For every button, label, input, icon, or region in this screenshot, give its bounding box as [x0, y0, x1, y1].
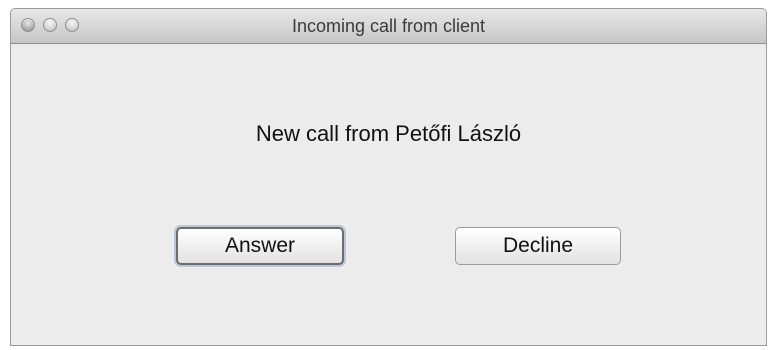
incoming-call-window: Incoming call from client New call from …: [10, 8, 767, 346]
call-message: New call from Petőfi László: [255, 121, 522, 146]
title-bar: Incoming call from client: [11, 9, 766, 44]
answer-button[interactable]: Answer: [176, 227, 344, 265]
decline-button[interactable]: Decline: [455, 227, 621, 265]
window-title: Incoming call from client: [291, 16, 486, 36]
